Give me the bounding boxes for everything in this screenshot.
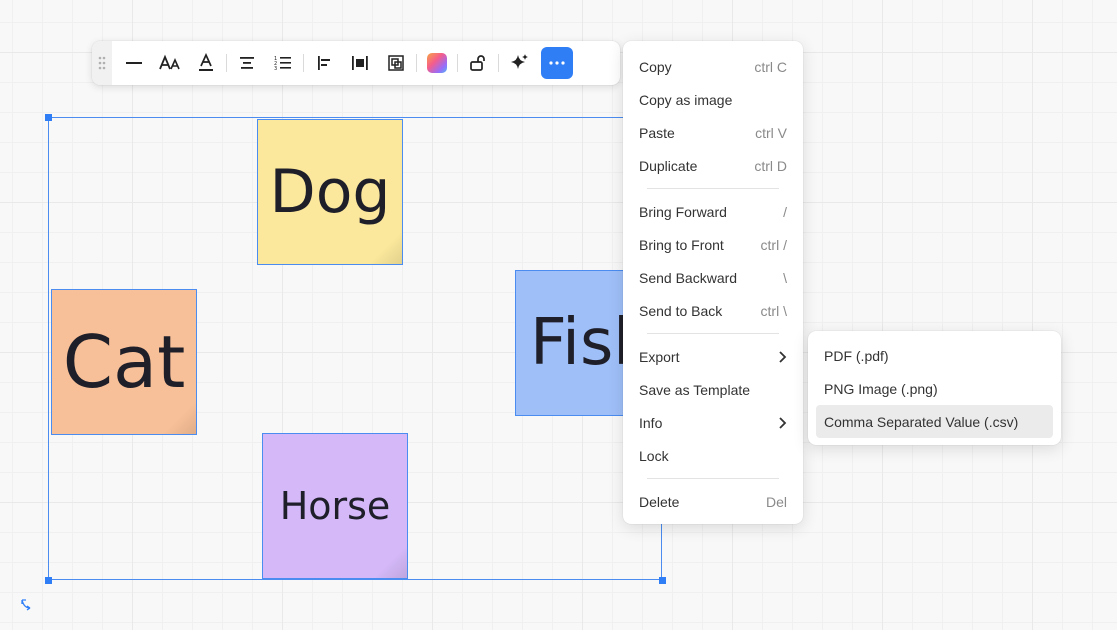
menu-label: Send Backward	[639, 269, 738, 286]
menu-shortcut: ctrl \	[760, 302, 787, 319]
svg-text:3: 3	[274, 66, 277, 71]
menu-shortcut: ctrl D	[754, 157, 787, 174]
submenu-label: PDF (.pdf)	[824, 347, 889, 364]
resize-handle-bottom-right[interactable]	[659, 577, 666, 584]
ai-sparkle-icon[interactable]	[501, 45, 537, 81]
menu-label: Save as Template	[639, 381, 751, 398]
export-submenu: PDF (.pdf) PNG Image (.png) Comma Separa…	[808, 331, 1061, 445]
more-options-icon	[549, 61, 565, 65]
menu-divider	[647, 188, 779, 189]
floating-toolbar: 123	[92, 41, 620, 85]
menu-shortcut: Del	[765, 493, 787, 510]
menu-shortcut: ctrl /	[760, 236, 787, 253]
unlock-icon[interactable]	[460, 45, 496, 81]
menu-label: Delete	[639, 493, 680, 510]
submenu-label: PNG Image (.png)	[824, 380, 938, 397]
line-style-icon[interactable]	[116, 45, 152, 81]
menu-item-duplicate[interactable]: Duplicate ctrl D	[623, 149, 803, 182]
menu-label: Lock	[639, 447, 669, 464]
font-size-icon[interactable]	[152, 45, 188, 81]
text-color-icon[interactable]	[188, 45, 224, 81]
menu-item-lock[interactable]: Lock	[623, 439, 803, 472]
rotate-icon[interactable]	[19, 597, 33, 611]
menu-divider	[647, 478, 779, 479]
menu-label: Bring Forward	[639, 203, 727, 220]
color-fill-icon[interactable]	[419, 45, 455, 81]
chevron-right-icon	[779, 416, 787, 429]
menu-item-paste[interactable]: Paste ctrl V	[623, 116, 803, 149]
menu-item-info[interactable]: Info	[623, 406, 803, 439]
menu-shortcut: \	[783, 269, 787, 286]
toolbar-divider	[416, 54, 417, 72]
menu-shortcut: /	[783, 203, 787, 220]
menu-label: Copy as image	[639, 91, 733, 108]
resize-handle-bottom-left[interactable]	[45, 577, 52, 584]
menu-shortcut: ctrl V	[755, 124, 787, 141]
chevron-right-icon	[779, 350, 787, 363]
toolbar-divider	[226, 54, 227, 72]
toolbar-divider	[498, 54, 499, 72]
menu-label: Bring to Front	[639, 236, 724, 253]
selection-frame	[48, 117, 662, 580]
menu-label: Info	[639, 414, 663, 431]
numbered-list-icon[interactable]: 123	[265, 45, 301, 81]
toolbar-divider	[457, 54, 458, 72]
menu-item-copy-as-image[interactable]: Copy as image	[623, 83, 803, 116]
text-align-center-icon[interactable]	[229, 45, 265, 81]
menu-label: Duplicate	[639, 157, 698, 174]
menu-item-send-backward[interactable]: Send Backward \	[623, 261, 803, 294]
menu-item-send-to-back[interactable]: Send to Back ctrl \	[623, 294, 803, 327]
submenu-item-png[interactable]: PNG Image (.png)	[816, 372, 1053, 405]
menu-item-save-as-template[interactable]: Save as Template	[623, 373, 803, 406]
menu-label: Paste	[639, 124, 675, 141]
menu-item-bring-to-front[interactable]: Bring to Front ctrl /	[623, 228, 803, 261]
menu-shortcut: ctrl C	[754, 58, 787, 75]
align-left-icon[interactable]	[306, 45, 342, 81]
submenu-item-pdf[interactable]: PDF (.pdf)	[816, 339, 1053, 372]
toolbar-divider	[303, 54, 304, 72]
menu-item-export[interactable]: Export	[623, 340, 803, 373]
menu-item-copy[interactable]: Copy ctrl C	[623, 50, 803, 83]
context-menu: Copy ctrl C Copy as image Paste ctrl V Dup…	[623, 41, 803, 524]
drag-handle-icon[interactable]	[92, 41, 112, 85]
more-options-button[interactable]	[541, 47, 573, 79]
menu-label: Send to Back	[639, 302, 723, 319]
menu-label: Copy	[639, 58, 672, 75]
menu-divider	[647, 333, 779, 334]
group-icon[interactable]	[378, 45, 414, 81]
submenu-item-csv[interactable]: Comma Separated Value (.csv)	[816, 405, 1053, 438]
submenu-label: Comma Separated Value (.csv)	[824, 413, 1019, 430]
menu-item-bring-forward[interactable]: Bring Forward /	[623, 195, 803, 228]
menu-label: Export	[639, 348, 680, 365]
menu-item-delete[interactable]: Delete Del	[623, 485, 803, 518]
resize-handle-top-left[interactable]	[45, 114, 52, 121]
distribute-horizontal-icon[interactable]	[342, 45, 378, 81]
